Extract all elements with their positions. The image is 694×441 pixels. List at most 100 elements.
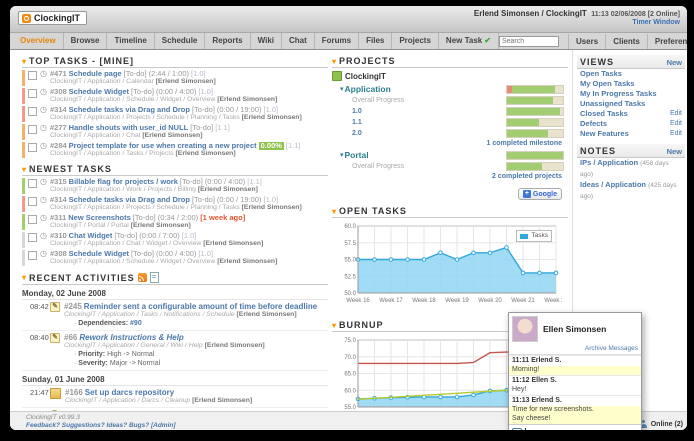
footer-links[interactable]: Feedback? Suggestions? Ideas? Bugs? [Adm…	[26, 422, 176, 430]
task-checkbox[interactable]	[28, 89, 37, 98]
tab-files[interactable]: Files	[359, 33, 393, 49]
task-title[interactable]: Billable flag for projects / work	[69, 178, 178, 186]
toolbar-item-users[interactable]: Users	[567, 33, 605, 49]
task-title[interactable]: Schedule tasks via Drag and Drop	[69, 196, 190, 204]
sidebar-item-defects[interactable]: Defects Edit	[577, 119, 685, 129]
task-checkbox[interactable]	[28, 179, 37, 188]
views-new-link[interactable]: New	[667, 58, 682, 67]
toolbar-item-preferences[interactable]: Preferences	[646, 33, 687, 49]
tab-overview[interactable]: Overview	[13, 33, 64, 49]
task-checkbox[interactable]	[28, 215, 37, 224]
completed-milestones-link[interactable]: 1 completed milestone	[332, 140, 562, 147]
projects-header: ▾ PROJECTS	[332, 55, 568, 68]
note-link[interactable]: Ideas / Application	[580, 180, 646, 189]
progress-bar	[506, 150, 564, 160]
task-checkbox[interactable]	[28, 71, 37, 80]
project-name[interactable]: Portal	[345, 150, 369, 160]
task-row: ◷ #314 Schedule tasks via Drag and Drop [To…	[22, 196, 328, 212]
task-checkbox[interactable]	[28, 143, 37, 152]
task-checkbox[interactable]	[28, 251, 37, 260]
collapse-arrow-icon[interactable]: ▾	[22, 165, 26, 174]
project-name[interactable]: Application	[345, 84, 391, 94]
task-title[interactable]: Schedule Widget	[69, 250, 129, 258]
start-timer-icon[interactable]: ◷	[40, 142, 47, 150]
start-timer-icon[interactable]: ◷	[40, 214, 47, 222]
activity-title[interactable]: Set up darcs repository	[85, 388, 174, 397]
task-id: #314	[49, 106, 67, 114]
start-timer-icon[interactable]: ◷	[40, 232, 47, 240]
tab-chat[interactable]: Chat	[282, 33, 315, 49]
online-toggle[interactable]: Online (2)	[640, 420, 683, 428]
task-title[interactable]: Schedule tasks via Drag and Drop	[69, 106, 190, 114]
archive-messages-link[interactable]: Archive Messages	[509, 345, 641, 355]
current-user[interactable]: Erlend Simonsen / ClockingIT	[474, 9, 587, 18]
timer-window-link[interactable]: Timer Window	[474, 19, 680, 27]
collapse-arrow-icon[interactable]: ▾	[340, 151, 344, 159]
feed-page-icon[interactable]	[149, 272, 159, 283]
start-timer-icon[interactable]: ◷	[40, 106, 47, 114]
start-timer-icon[interactable]: ◷	[40, 178, 47, 186]
task-checkbox[interactable]	[28, 197, 37, 206]
task-checkbox[interactable]	[28, 233, 37, 242]
toolbar-item-clients[interactable]: Clients	[605, 33, 647, 49]
start-timer-icon[interactable]: ◷	[40, 70, 47, 78]
chat-input[interactable]	[509, 424, 641, 430]
progress-bar	[506, 118, 564, 127]
collapse-arrow-icon[interactable]: ▾	[332, 321, 336, 330]
collapse-arrow-icon[interactable]: ▾	[22, 273, 26, 282]
note-link[interactable]: IPs / Application	[580, 158, 638, 167]
company-name[interactable]: ClockingIT	[345, 72, 386, 81]
tab-forums[interactable]: Forums	[315, 33, 360, 49]
chat-message: 11:13 Erlend S. Time for new screenshots.…	[509, 395, 641, 424]
google-gadget-button[interactable]: + Google	[517, 188, 562, 200]
tab-new-task[interactable]: New Task ✔	[439, 33, 499, 49]
collapse-arrow-icon[interactable]: ▾	[22, 57, 26, 66]
sidebar-item-closed-tasks[interactable]: Closed Tasks Edit	[577, 109, 685, 119]
edit-link[interactable]: Edit	[670, 109, 682, 119]
sidebar-item-new-features[interactable]: New Features Edit	[577, 129, 685, 139]
sidebar-item-open-tasks[interactable]: Open Tasks	[577, 69, 685, 79]
sidebar-item-my-open-tasks[interactable]: My Open Tasks	[577, 79, 685, 89]
start-timer-icon[interactable]: ◷	[40, 124, 47, 132]
tab-wiki[interactable]: Wiki	[251, 33, 282, 49]
sidebar-item-unassigned-tasks[interactable]: Unassigned Tasks	[577, 99, 685, 109]
tab-timeline[interactable]: Timeline	[107, 33, 155, 49]
tab-reports[interactable]: Reports	[205, 33, 251, 49]
tab-browse[interactable]: Browse	[64, 33, 108, 49]
task-checkbox[interactable]	[28, 107, 37, 116]
completed-projects-link[interactable]: 2 completed projects	[332, 173, 562, 180]
task-title[interactable]: Schedule Widget	[69, 88, 129, 96]
app-logo[interactable]: ClockingIT	[18, 11, 88, 25]
start-timer-icon[interactable]: ◷	[40, 196, 47, 204]
activity-title[interactable]: Rework Instructions & Help	[79, 333, 183, 342]
task-checkbox[interactable]	[28, 125, 37, 134]
task-title[interactable]: Project template for use when creating a…	[69, 142, 257, 150]
detail-value[interactable]: #90	[130, 320, 142, 327]
milestone-link[interactable]: 1.0	[352, 108, 362, 115]
task-title[interactable]: Schedule page	[69, 70, 122, 78]
sidebar-item-my-in-progress-tasks[interactable]: My In Progress Tasks	[577, 89, 685, 99]
collapse-arrow-icon[interactable]: ▾	[332, 57, 336, 66]
notes-new-link[interactable]: New	[667, 147, 682, 156]
task-title[interactable]: Handle shouts with user_id NULL	[69, 124, 189, 132]
rss-icon[interactable]	[137, 273, 147, 282]
start-timer-icon[interactable]: ◷	[40, 88, 47, 96]
tab-projects[interactable]: Projects	[392, 33, 439, 49]
task-title[interactable]: Chat Widget	[69, 232, 113, 240]
activity-title[interactable]: Reminder sent a configurable amount of t…	[84, 302, 317, 311]
collapse-arrow-icon[interactable]: ▾	[340, 85, 344, 93]
task-row: ◷ #310 Chat Widget [To-do] (0:00 / 7:00) [1.0…	[22, 232, 328, 248]
task-assignee: [Erlend Simonsen]	[130, 222, 191, 229]
start-timer-icon[interactable]: ◷	[40, 250, 47, 258]
milestone-link[interactable]: 2.0	[352, 130, 362, 137]
edit-link[interactable]: Edit	[670, 119, 682, 129]
view-label: Unassigned Tasks	[580, 99, 646, 108]
edit-link[interactable]: Edit	[670, 129, 682, 139]
task-title[interactable]: New Screenshots	[68, 214, 131, 222]
milestone-link[interactable]: 1.1	[352, 119, 362, 126]
search-input[interactable]	[498, 35, 559, 47]
collapse-arrow-icon[interactable]: ▾	[332, 207, 336, 216]
detail-label: Severity:	[78, 360, 110, 367]
task-id: #314	[49, 196, 67, 204]
tab-schedule[interactable]: Schedule	[155, 33, 206, 49]
